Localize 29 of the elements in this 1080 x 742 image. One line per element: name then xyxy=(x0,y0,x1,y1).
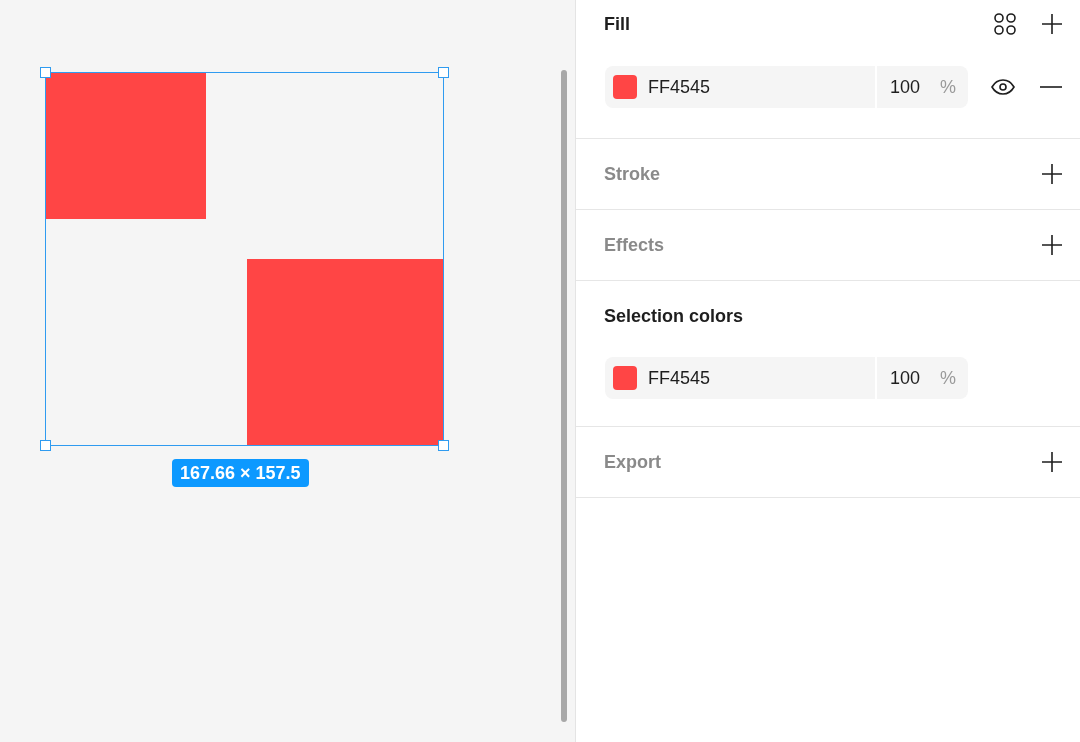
section-title: Selection colors xyxy=(604,305,744,327)
plus-icon[interactable] xyxy=(1042,14,1062,34)
unit-label: % xyxy=(940,367,956,389)
hex-field[interactable]: FF4545 xyxy=(605,66,875,108)
eye-icon[interactable] xyxy=(991,79,1015,95)
section-title: Export xyxy=(604,451,661,473)
resize-handle[interactable] xyxy=(438,440,449,451)
four-circles-icon[interactable] xyxy=(994,13,1016,35)
opacity-value: 100 xyxy=(890,367,921,389)
plus-icon[interactable] xyxy=(1042,235,1062,255)
opacity-value: 100 xyxy=(890,76,921,98)
hex-value: FF4545 xyxy=(648,76,711,98)
resize-handle[interactable] xyxy=(438,67,449,78)
size-label: 167.66 × 157.5 xyxy=(172,459,309,487)
swatch-icon[interactable] xyxy=(613,366,637,390)
hex-field[interactable]: FF4545 xyxy=(605,357,875,399)
section-title: Stroke xyxy=(604,163,661,185)
section-title: Effects xyxy=(604,234,665,256)
plus-icon[interactable] xyxy=(1042,164,1062,184)
resize-handle[interactable] xyxy=(40,440,51,451)
unit-label: % xyxy=(940,76,956,98)
opacity-field[interactable]: 100 % xyxy=(877,66,968,108)
resize-handle[interactable] xyxy=(40,67,51,78)
opacity-field[interactable]: 100 % xyxy=(877,357,968,399)
swatch-icon[interactable] xyxy=(613,75,637,99)
scroll-thumb[interactable] xyxy=(561,70,567,722)
plus-icon[interactable] xyxy=(1042,452,1062,472)
section-title: Fill xyxy=(604,13,630,35)
hex-value: FF4545 xyxy=(648,367,711,389)
